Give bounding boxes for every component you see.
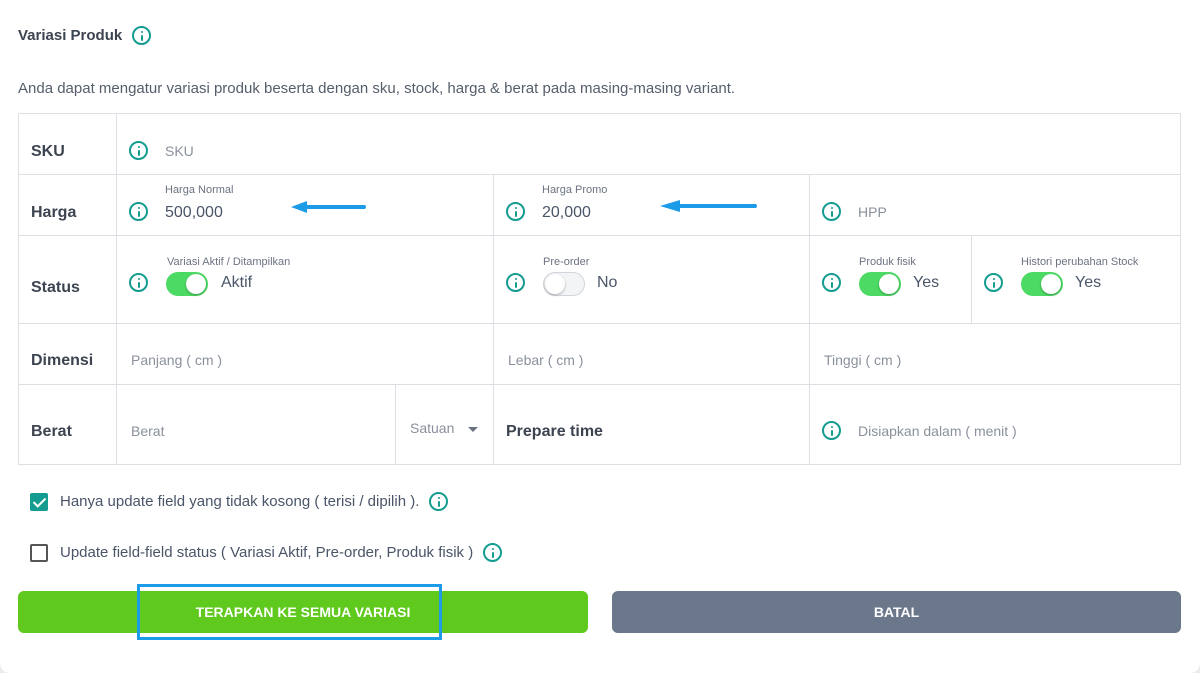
update-status-label: Update field-field status ( Variasi Akti… (60, 544, 474, 561)
prepare-time-field[interactable]: Disiapkan dalam ( menit ) (810, 385, 1180, 464)
hpp-input[interactable]: HPP (858, 204, 887, 220)
produk-fisik-toggle[interactable] (859, 272, 901, 296)
harga-label: Harga (31, 204, 77, 221)
hpp-field[interactable]: HPP (810, 175, 1180, 236)
histori-stock-field: Histori perubahan Stock Yes (972, 236, 1180, 324)
status-label-cell: Status (19, 236, 117, 324)
info-icon[interactable] (506, 273, 525, 292)
chevron-down-icon (468, 427, 478, 432)
variasi-produk-panel: Variasi Produk Anda dapat mengatur varia… (0, 0, 1200, 673)
info-icon[interactable] (132, 26, 152, 45)
section-title: Variasi Produk (18, 27, 123, 44)
info-icon[interactable] (483, 543, 503, 562)
info-icon[interactable] (129, 273, 148, 292)
info-icon[interactable] (429, 492, 449, 511)
dimensi-label-cell: Dimensi (19, 324, 117, 385)
berat-input[interactable]: Berat (131, 423, 164, 439)
info-icon[interactable] (822, 273, 841, 292)
variasi-aktif-field: Variasi Aktif / Ditampilkan Aktif (117, 236, 494, 324)
section-description: Anda dapat mengatur variasi produk beser… (18, 80, 736, 97)
panjang-field[interactable]: Panjang ( cm ) (117, 324, 494, 385)
berat-label: Berat (31, 423, 72, 440)
harga-promo-input[interactable]: 20,000 (542, 204, 591, 222)
option-update-status: Update field-field status ( Variasi Akti… (30, 543, 503, 562)
tinggi-input[interactable]: Tinggi ( cm ) (824, 352, 901, 368)
info-icon[interactable] (984, 273, 1003, 292)
prepare-time-label: Prepare time (506, 423, 603, 440)
histori-stock-toggle[interactable] (1021, 272, 1063, 296)
panjang-input[interactable]: Panjang ( cm ) (131, 352, 222, 368)
produk-fisik-value: Yes (913, 274, 940, 291)
arrow-left-icon (291, 201, 366, 213)
preorder-value: No (597, 274, 618, 291)
lebar-input[interactable]: Lebar ( cm ) (508, 352, 583, 368)
section-header: Variasi Produk (18, 26, 152, 45)
cancel-button[interactable]: BATAL (612, 591, 1181, 633)
histori-stock-caption: Histori perubahan Stock (1021, 256, 1139, 268)
info-icon[interactable] (129, 141, 148, 160)
variasi-aktif-caption: Variasi Aktif / Ditampilkan (167, 256, 291, 268)
dimensi-label: Dimensi (31, 352, 94, 369)
preorder-caption: Pre-order (543, 256, 590, 268)
update-nonempty-label: Hanya update field yang tidak kosong ( t… (60, 493, 420, 510)
sku-input[interactable]: SKU (165, 143, 194, 159)
info-icon[interactable] (822, 421, 841, 440)
variant-form-grid: SKU SKU Harga Harga Normal 500,000 Harga… (18, 113, 1181, 465)
preorder-field: Pre-order No (494, 236, 810, 324)
harga-normal-field[interactable]: Harga Normal 500,000 (117, 175, 494, 236)
harga-promo-caption: Harga Promo (542, 184, 608, 196)
status-label: Status (31, 279, 80, 296)
update-status-checkbox[interactable] (30, 543, 48, 562)
info-icon[interactable] (129, 202, 148, 221)
histori-stock-value: Yes (1075, 274, 1102, 291)
harga-normal-input[interactable]: 500,000 (165, 204, 223, 222)
option-update-nonempty: Hanya update field yang tidak kosong ( t… (30, 492, 449, 511)
prepare-time-label-cell: Prepare time (494, 385, 810, 464)
info-icon[interactable] (506, 202, 525, 221)
variasi-aktif-value: Aktif (221, 274, 253, 291)
satuan-select[interactable]: Satuan (396, 385, 494, 464)
harga-normal-caption: Harga Normal (165, 184, 234, 196)
satuan-value: Satuan (410, 420, 455, 436)
update-nonempty-checkbox[interactable] (30, 492, 48, 511)
sku-label: SKU (31, 143, 65, 160)
berat-label-cell: Berat (19, 385, 117, 464)
info-icon[interactable] (822, 202, 841, 221)
harga-promo-field[interactable]: Harga Promo 20,000 (494, 175, 810, 236)
arrow-left-icon (660, 200, 757, 212)
tinggi-field[interactable]: Tinggi ( cm ) (810, 324, 1180, 385)
produk-fisik-caption: Produk fisik (859, 256, 916, 268)
variasi-aktif-toggle[interactable] (166, 272, 208, 296)
preorder-toggle[interactable] (543, 272, 585, 296)
lebar-field[interactable]: Lebar ( cm ) (494, 324, 810, 385)
produk-fisik-field: Produk fisik Yes (810, 236, 972, 324)
harga-label-cell: Harga (19, 175, 117, 236)
sku-label-cell: SKU (19, 114, 117, 175)
prepare-time-input[interactable]: Disiapkan dalam ( menit ) (858, 423, 1017, 439)
annotation-highlight-box (137, 584, 442, 640)
sku-field[interactable]: SKU (117, 114, 1180, 175)
berat-field[interactable]: Berat (117, 385, 396, 464)
